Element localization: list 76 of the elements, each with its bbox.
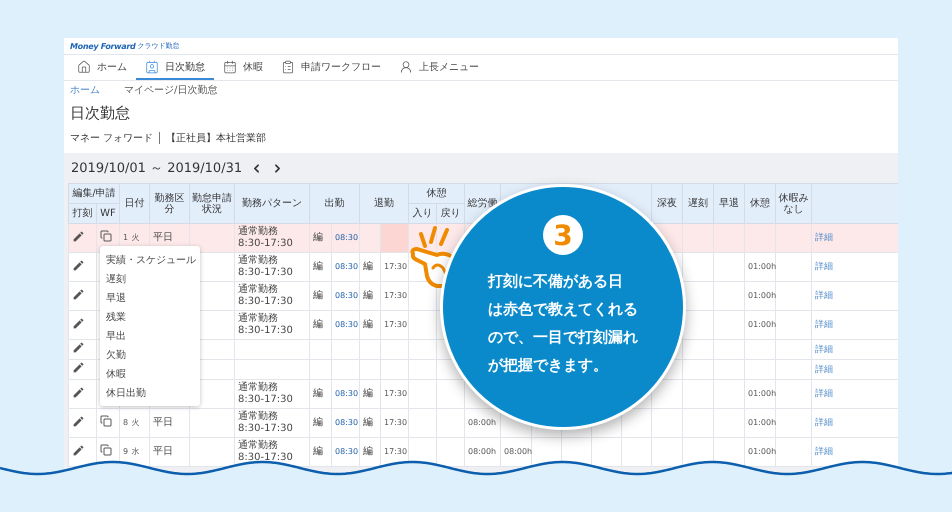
table-cell: 編 xyxy=(310,438,332,466)
menu-item[interactable]: 休暇 xyxy=(100,364,200,383)
pencil-icon[interactable] xyxy=(72,230,85,242)
column-header: 勤務パターン xyxy=(234,184,310,224)
callout-text: 打刻に不備がある日 は赤色で教えてくれる ので、一目で打刻漏れ が把握できます。 xyxy=(488,271,638,376)
column-header: 打刻 xyxy=(68,204,96,224)
pencil-icon[interactable] xyxy=(72,386,85,398)
column-header: 休暇みなし xyxy=(776,184,812,224)
calendar-icon xyxy=(223,60,237,74)
column-header: 休憩 xyxy=(744,184,776,224)
menu-item[interactable]: 欠勤 xyxy=(100,345,200,364)
column-header: 編集/申請 xyxy=(68,184,120,204)
logo: Money Forward xyxy=(70,42,136,50)
pencil-icon[interactable] xyxy=(72,341,85,354)
menu-item[interactable]: 早退 xyxy=(100,288,200,307)
column-header: 入り xyxy=(408,204,436,224)
page-title: 日次勤怠 xyxy=(69,102,131,124)
menu-item[interactable]: 遅刻 xyxy=(100,269,200,288)
column-header: 休憩 xyxy=(408,184,464,204)
detail-link[interactable]: 詳細 xyxy=(815,291,834,301)
table-cell: 08:30 xyxy=(332,438,360,466)
column-header: 勤務区分 xyxy=(150,184,190,224)
department: 【正社員】本社営業部 xyxy=(166,132,266,145)
detail-link[interactable]: 詳細 xyxy=(815,418,834,428)
weekday: 水 xyxy=(131,447,140,456)
date-range: 2019/10/01 ～ 2019/10/31 xyxy=(71,160,242,177)
detail-link[interactable]: 詳細 xyxy=(815,447,834,457)
step-number: 3 xyxy=(543,215,583,255)
pencil-icon[interactable] xyxy=(72,316,85,330)
menu-item[interactable]: 休日出勤 xyxy=(100,383,200,402)
employee-name: マネー フォワード xyxy=(70,132,154,145)
nav-tab[interactable]: 申請ワークフロー xyxy=(272,55,390,80)
table-cell: 08:00h xyxy=(500,438,532,466)
column-header: WF xyxy=(96,204,120,224)
table-cell: 平日 xyxy=(150,438,190,466)
menu-item[interactable]: 早出 xyxy=(100,326,200,345)
nav-tab[interactable]: 上長メニュー xyxy=(390,55,488,80)
weekday: 火 xyxy=(131,233,140,242)
nav-tab[interactable]: ホーム xyxy=(68,55,136,80)
column-header: 早退 xyxy=(714,184,745,224)
date: 8 xyxy=(123,418,128,427)
id-card-icon xyxy=(145,60,159,74)
menu-item[interactable]: 残業 xyxy=(100,307,200,326)
clipboard-icon xyxy=(281,60,295,74)
table-cell: 08:00h xyxy=(464,438,500,466)
pencil-icon[interactable] xyxy=(72,361,85,374)
column-header: 勤怠申請状況 xyxy=(190,184,234,224)
detail-link[interactable]: 詳細 xyxy=(815,389,834,399)
weekday: 火 xyxy=(131,418,140,427)
column-header: 深夜 xyxy=(652,184,683,224)
column-header: 退勤 xyxy=(360,184,408,224)
home-icon xyxy=(77,60,91,74)
column-header: 出勤 xyxy=(310,184,360,224)
nav-tab[interactable]: 日次勤怠 xyxy=(136,55,214,80)
column-header: 遅刻 xyxy=(682,184,714,224)
person-icon xyxy=(399,60,413,74)
breadcrumb-item: マイページ/日次勤怠 xyxy=(124,84,218,96)
menu-item[interactable]: 実績・スケジュール xyxy=(100,250,200,269)
date: 9 xyxy=(123,447,128,456)
detail-link[interactable]: 詳細 xyxy=(815,364,834,374)
copy-icon[interactable] xyxy=(100,444,112,456)
copy-icon[interactable] xyxy=(100,415,112,427)
pencil-icon[interactable] xyxy=(72,414,85,428)
pencil-icon[interactable] xyxy=(72,258,85,272)
detail-link[interactable]: 詳細 xyxy=(815,262,834,272)
detail-link[interactable]: 詳細 xyxy=(815,320,834,330)
pencil-icon[interactable] xyxy=(72,444,85,456)
pencil-icon[interactable] xyxy=(72,288,85,300)
copy-icon[interactable] xyxy=(100,230,112,242)
nav-tab[interactable]: 休暇 xyxy=(214,55,272,80)
breadcrumb-item[interactable]: ホーム xyxy=(70,82,100,96)
table-cell: 編 xyxy=(360,438,380,466)
date: 1 xyxy=(123,233,128,242)
column-header: 戻り xyxy=(436,204,464,224)
column-header: 日付 xyxy=(120,184,150,224)
detail-link[interactable]: 詳細 xyxy=(815,344,834,354)
